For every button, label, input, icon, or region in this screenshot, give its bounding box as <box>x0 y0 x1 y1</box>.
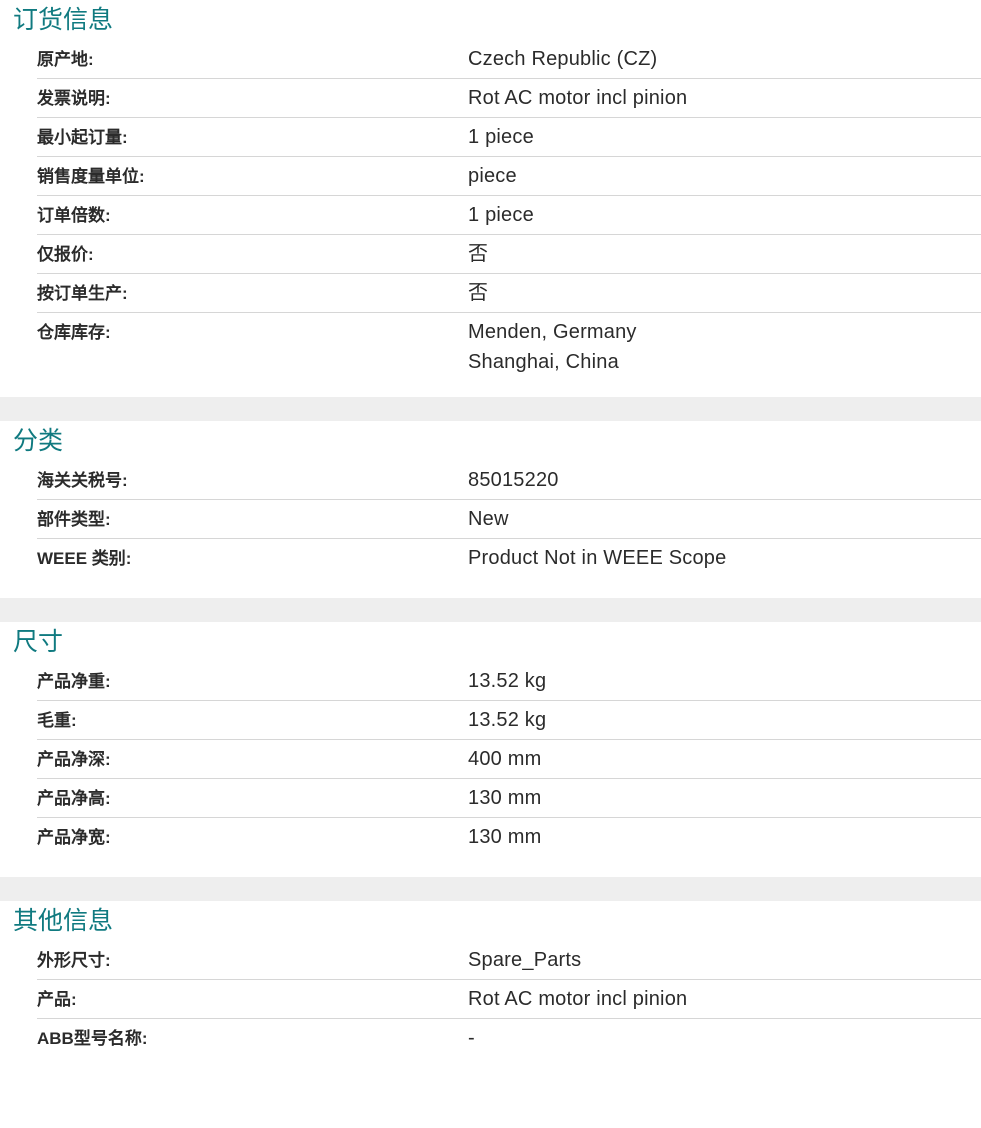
attribute-label: ABB型号名称: <box>37 1029 148 1048</box>
attribute-value: 否 <box>468 243 489 265</box>
attribute-value: Product Not in WEEE Scope <box>468 547 727 569</box>
attribute-label: 部件类型: <box>37 510 111 529</box>
attribute-label: 海关关税号: <box>37 471 128 490</box>
attribute-row-part-type: 部件类型: New <box>37 500 981 539</box>
attribute-label: 外形尺寸: <box>37 951 111 970</box>
attribute-label: 毛重: <box>37 711 77 730</box>
section-title: 尺寸 <box>13 628 64 656</box>
attribute-value: 85015220 <box>468 469 559 491</box>
attribute-label: 原产地: <box>37 50 94 69</box>
attribute-label: 产品净高: <box>37 789 111 808</box>
attribute-row-product-net-width: 产品净宽: 130 mm <box>37 818 981 857</box>
attribute-row-order-multiple: 订单倍数: 1 piece <box>37 196 981 235</box>
section-title: 订货信息 <box>13 6 114 34</box>
attribute-label: 销售度量单位: <box>37 167 145 186</box>
attribute-label: WEEE 类别: <box>37 549 132 568</box>
attribute-value: Rot AC motor incl pinion <box>468 988 688 1010</box>
attribute-row-gross-weight: 毛重: 13.52 kg <box>37 701 981 740</box>
section-ordering-info: 订货信息 原产地: Czech Republic (CZ) 发票说明: Rot … <box>0 0 981 397</box>
section-classification: 分类 海关关税号: 85015220 部件类型: New WEEE 类别: Pr… <box>0 421 981 598</box>
attribute-value: 1 piece <box>468 126 534 148</box>
attribute-row-frame-size: 外形尺寸: Spare_Parts <box>37 941 981 980</box>
attribute-value: Menden, Germany Shanghai, China <box>468 313 981 377</box>
attribute-value: 否 <box>468 282 489 304</box>
section-divider <box>0 877 981 901</box>
attribute-label: 订单倍数: <box>37 206 111 225</box>
section-title: 分类 <box>13 427 64 455</box>
attribute-row-product-net-depth: 产品净深: 400 mm <box>37 740 981 779</box>
attribute-row-selling-unit: 销售度量单位: piece <box>37 157 981 196</box>
attribute-value: Spare_Parts <box>468 949 582 971</box>
attribute-value: 130 mm <box>468 826 542 848</box>
attribute-row-product-net-height: 产品净高: 130 mm <box>37 779 981 818</box>
attribute-label: 仅报价: <box>37 245 94 264</box>
attribute-list: 海关关税号: 85015220 部件类型: New WEEE 类别: Produ… <box>37 461 981 578</box>
attribute-value: - <box>468 1027 475 1049</box>
section-divider <box>0 397 981 421</box>
attribute-value: New <box>468 508 509 530</box>
attribute-row-invoice-description: 发票说明: Rot AC motor incl pinion <box>37 79 981 118</box>
warehouse-location: Shanghai, China <box>468 351 619 373</box>
attribute-value: 13.52 kg <box>468 670 547 692</box>
attribute-label: 产品净重: <box>37 672 111 691</box>
attribute-value: piece <box>468 165 517 187</box>
attribute-value: Rot AC motor incl pinion <box>468 87 688 109</box>
attribute-label: 产品: <box>37 990 77 1009</box>
attribute-value: Czech Republic (CZ) <box>468 48 658 70</box>
attribute-label: 产品净深: <box>37 750 111 769</box>
section-dimensions: 尺寸 产品净重: 13.52 kg 毛重: 13.52 kg 产品净深: 400… <box>0 622 981 877</box>
attribute-row-country-of-origin: 原产地: Czech Republic (CZ) <box>37 40 981 79</box>
attribute-value: 400 mm <box>468 748 542 770</box>
attribute-row-quote-only: 仅报价: 否 <box>37 235 981 274</box>
warehouse-location: Menden, Germany <box>468 321 637 343</box>
attribute-label: 按订单生产: <box>37 284 128 303</box>
attribute-row-weee-category: WEEE 类别: Product Not in WEEE Scope <box>37 539 981 578</box>
section-title: 其他信息 <box>13 907 114 935</box>
attribute-value: 1 piece <box>468 204 534 226</box>
attribute-row-minimum-order-quantity: 最小起订量: 1 piece <box>37 118 981 157</box>
attribute-row-product-net-weight: 产品净重: 13.52 kg <box>37 662 981 701</box>
attribute-list: 产品净重: 13.52 kg 毛重: 13.52 kg 产品净深: 400 mm… <box>37 662 981 857</box>
attribute-row-stocked-at: 仓库库存: Menden, Germany Shanghai, China <box>37 313 981 377</box>
attribute-row-product-name: 产品: Rot AC motor incl pinion <box>37 980 981 1019</box>
attribute-row-make-to-order: 按订单生产: 否 <box>37 274 981 313</box>
attribute-list: 外形尺寸: Spare_Parts 产品: Rot AC motor incl … <box>37 941 981 1058</box>
attribute-label: 仓库库存: <box>37 323 111 342</box>
attribute-list: 原产地: Czech Republic (CZ) 发票说明: Rot AC mo… <box>37 40 981 377</box>
section-divider <box>0 598 981 622</box>
attribute-label: 产品净宽: <box>37 828 111 847</box>
attribute-row-abb-type-designation: ABB型号名称: - <box>37 1019 981 1058</box>
attribute-label: 最小起订量: <box>37 128 128 147</box>
attribute-value: 130 mm <box>468 787 542 809</box>
product-details-page: 订货信息 原产地: Czech Republic (CZ) 发票说明: Rot … <box>0 0 981 1078</box>
attribute-label: 发票说明: <box>37 89 111 108</box>
attribute-row-customs-tariff-number: 海关关税号: 85015220 <box>37 461 981 500</box>
section-other-info: 其他信息 外形尺寸: Spare_Parts 产品: Rot AC motor … <box>0 901 981 1078</box>
attribute-value: 13.52 kg <box>468 709 547 731</box>
